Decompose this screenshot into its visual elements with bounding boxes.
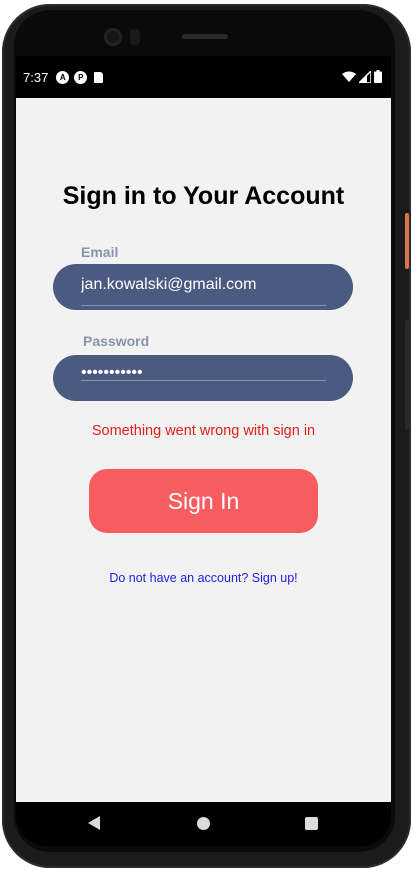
sd-card-icon (94, 71, 104, 83)
email-field-container[interactable] (53, 264, 353, 310)
volume-button (405, 320, 409, 430)
error-message: Something went wrong with sign in (91, 423, 316, 439)
speaker-grille (182, 34, 228, 39)
battery-icon (374, 70, 382, 83)
recents-icon[interactable] (305, 817, 318, 830)
status-time: 7:37 (23, 69, 49, 85)
sign-up-link[interactable]: Do not have an account? Sign up! (16, 571, 391, 585)
sign-in-button[interactable]: Sign In (89, 469, 318, 533)
app-a-icon: A (56, 70, 70, 84)
power-button (405, 213, 409, 269)
page-title: Sign in to Your Account (62, 182, 345, 210)
camera-icon (104, 28, 122, 46)
home-icon[interactable] (197, 817, 210, 830)
password-underline (81, 380, 326, 381)
back-icon[interactable] (88, 816, 100, 830)
status-right-icons (342, 70, 382, 83)
sensor-icon (130, 29, 140, 45)
app-p-icon: P (74, 70, 88, 84)
email-underline (81, 305, 326, 306)
wifi-icon (342, 71, 356, 82)
signal-icon (359, 70, 371, 83)
email-label: Email (81, 244, 119, 260)
navigation-bar (16, 802, 391, 846)
status-bar: 7:37 A P (16, 56, 391, 98)
password-label: Password (83, 333, 150, 349)
email-field[interactable] (81, 276, 326, 294)
password-field-container[interactable] (53, 355, 353, 401)
sign-in-screen: Sign in to Your Account Email Password S… (16, 98, 391, 802)
